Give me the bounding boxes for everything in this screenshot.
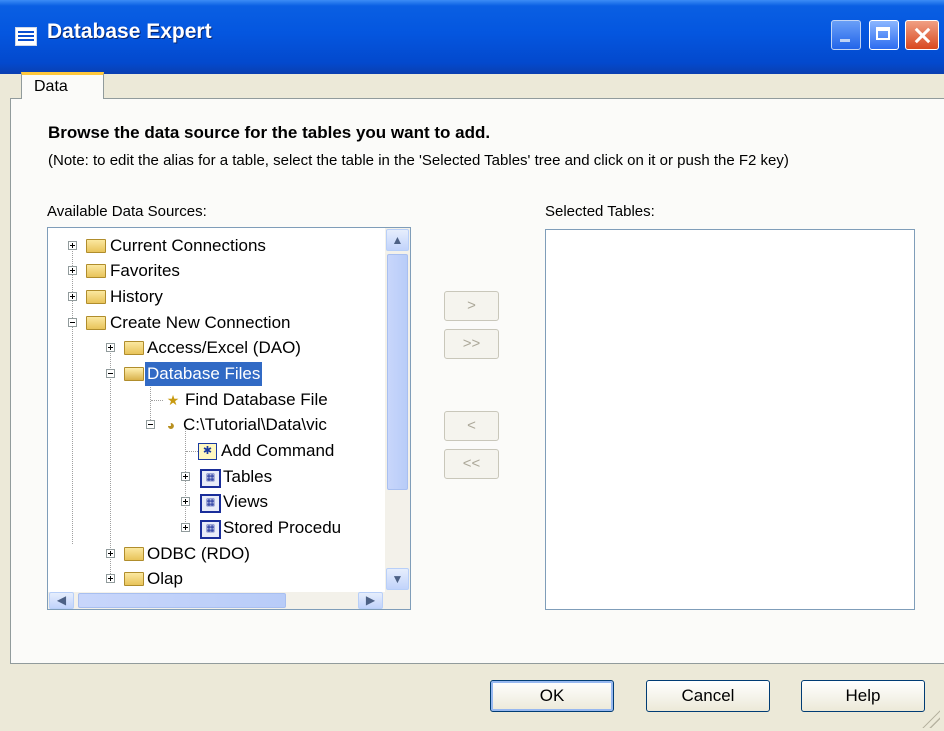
tree-line xyxy=(186,451,198,452)
table-group-icon: ▦ xyxy=(200,469,221,488)
expand-icon[interactable] xyxy=(106,549,115,558)
expand-icon[interactable] xyxy=(106,343,115,352)
folder-icon xyxy=(86,290,106,304)
app-icon xyxy=(15,27,37,46)
instructions-note: (Note: to edit the alias for a table, se… xyxy=(48,152,789,169)
tree-item-label: Olap xyxy=(147,569,183,588)
expand-icon[interactable] xyxy=(181,523,190,532)
expand-icon[interactable] xyxy=(181,497,190,506)
folder-icon xyxy=(86,316,106,330)
remove-all-tables-button[interactable]: << xyxy=(444,449,499,479)
folder-icon xyxy=(86,264,106,278)
scroll-up-icon[interactable]: ▲ xyxy=(386,229,409,251)
table-group-icon: ▦ xyxy=(200,520,221,539)
close-button[interactable] xyxy=(905,20,939,50)
database-icon: ◕ xyxy=(166,417,176,433)
tree-item-label: Database Files xyxy=(145,362,263,386)
help-button[interactable]: Help xyxy=(801,680,925,712)
tree-item-label: Access/Excel (DAO) xyxy=(147,338,301,357)
tree-item-label: Add Command xyxy=(221,441,335,460)
maximize-button[interactable] xyxy=(869,20,899,50)
window-title: Database Expert xyxy=(47,20,212,43)
available-sources-label: Available Data Sources: xyxy=(47,203,207,220)
expand-icon[interactable] xyxy=(68,292,77,301)
horizontal-scroll-thumb[interactable] xyxy=(78,593,286,608)
selected-tables-tree[interactable] xyxy=(545,229,915,610)
folder-icon xyxy=(124,341,144,355)
tree-line xyxy=(110,351,111,576)
tree-line xyxy=(151,400,163,401)
tree-item-label: Find Database File xyxy=(185,390,328,409)
remove-table-button[interactable]: < xyxy=(444,411,499,441)
tree-item-label: Tables xyxy=(223,467,273,486)
collapse-icon[interactable] xyxy=(106,369,115,378)
find-database-icon: ★ xyxy=(166,392,180,408)
tree-item-label: History xyxy=(110,287,163,306)
selected-tables-label: Selected Tables: xyxy=(545,203,655,220)
tree-item-label: Favorites xyxy=(110,261,180,280)
tree-item-label: Views xyxy=(223,492,269,511)
expand-icon[interactable] xyxy=(68,266,77,275)
folder-icon xyxy=(124,547,144,561)
title-bar: Database Expert xyxy=(0,0,944,74)
open-folder-icon xyxy=(124,367,144,381)
add-table-button[interactable]: > xyxy=(444,291,499,321)
tree-item-label: Create New Connection xyxy=(110,313,291,332)
horizontal-scrollbar[interactable]: ◀ ▶ xyxy=(48,592,410,609)
expand-icon[interactable] xyxy=(181,472,190,481)
tab-data[interactable]: Data xyxy=(21,72,104,99)
ok-button[interactable]: OK xyxy=(490,680,614,712)
tree-item-label: ODBC (RDO) xyxy=(147,544,250,563)
add-all-tables-button[interactable]: >> xyxy=(444,329,499,359)
folder-icon xyxy=(124,572,144,586)
available-sources-tree[interactable]: Current Connections Favorites History Cr… xyxy=(47,227,411,610)
scroll-left-icon[interactable]: ◀ xyxy=(49,592,74,609)
expand-icon[interactable] xyxy=(106,574,115,583)
collapse-icon[interactable] xyxy=(68,318,77,327)
resize-grip-icon[interactable] xyxy=(922,710,940,728)
tree-item-label: C:\Tutorial\Data\vic xyxy=(183,415,327,434)
folder-icon xyxy=(86,239,106,253)
table-group-icon: ▦ xyxy=(200,494,221,513)
instructions-heading: Browse the data source for the tables yo… xyxy=(48,123,491,142)
expand-icon[interactable] xyxy=(68,241,77,250)
vertical-scroll-thumb[interactable] xyxy=(387,254,408,490)
tree-item-label: Current Connections xyxy=(110,236,266,255)
add-command-icon: ✱ xyxy=(198,443,217,460)
minimize-button[interactable] xyxy=(831,20,861,50)
scroll-down-icon[interactable]: ▼ xyxy=(386,568,409,590)
tree-item-label: Stored Procedu xyxy=(223,518,342,537)
scroll-right-icon[interactable]: ▶ xyxy=(358,592,383,609)
cancel-button[interactable]: Cancel xyxy=(646,680,770,712)
collapse-icon[interactable] xyxy=(146,420,155,429)
vertical-scrollbar[interactable]: ▲ ▼ xyxy=(385,228,410,592)
